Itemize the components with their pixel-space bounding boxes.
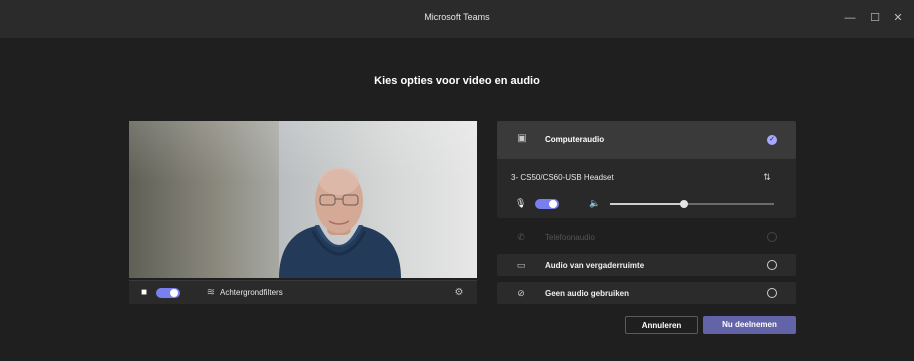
volume-slider[interactable] <box>610 200 774 208</box>
no-audio-option[interactable]: ⊘ Geen audio gebruiken <box>497 282 796 304</box>
camera-icon: ■ <box>140 287 148 298</box>
page-title: Kies opties voor video en audio <box>374 75 540 87</box>
volume-slider-fill <box>610 203 684 205</box>
microphone-toggle[interactable] <box>535 199 559 209</box>
no-audio-icon: ⊘ <box>517 288 525 298</box>
computer-audio-label: Computeraudio <box>545 135 605 144</box>
cancel-button[interactable]: Annuleren <box>625 316 698 334</box>
room-audio-radio[interactable] <box>767 260 777 270</box>
join-now-button[interactable]: Nu deelnemen <box>703 316 796 334</box>
video-controls-bar: ■ ≋ Achtergrondfilters ⚙ <box>129 280 477 304</box>
gear-icon[interactable]: ⚙ <box>453 287 465 299</box>
title-bar: Microsoft Teams — ☐ ✕ <box>0 0 914 38</box>
background-filter-icon[interactable]: ≋ <box>205 287 217 299</box>
computer-audio-icon: ▣ <box>517 133 527 144</box>
minimize-icon[interactable]: — <box>841 9 859 27</box>
device-settings-icon[interactable]: ⇅ <box>761 171 773 183</box>
maximize-icon[interactable]: ☐ <box>866 9 884 27</box>
window-title: Microsoft Teams <box>424 12 490 22</box>
mic-speaker-row: 🎙 🔈 <box>497 196 796 212</box>
video-preview <box>129 121 477 278</box>
audio-device-name: 3- CS50/CS60-USB Headset <box>511 173 614 182</box>
computer-audio-panel: ▣ Computeraudio ✓ 3- CS50/CS60-USB Heads… <box>497 121 796 218</box>
phone-audio-label: Telefoonaudio <box>545 233 595 242</box>
speaker-icon: 🔈 <box>589 198 601 208</box>
no-audio-radio[interactable] <box>767 288 777 298</box>
phone-audio-option: ✆ Telefoonaudio <box>497 226 796 248</box>
camera-toggle[interactable] <box>156 288 180 298</box>
room-audio-label: Audio van vergaderruimte <box>545 261 645 270</box>
room-audio-option[interactable]: ▭ Audio van vergaderruimte <box>497 254 796 276</box>
computer-audio-option[interactable]: ▣ Computeraudio ✓ <box>497 121 796 159</box>
close-icon[interactable]: ✕ <box>889 9 907 27</box>
microphone-icon: 🎙 <box>515 198 527 208</box>
audio-device-row[interactable]: 3- CS50/CS60-USB Headset ⇅ <box>497 171 796 191</box>
no-audio-label: Geen audio gebruiken <box>545 289 630 298</box>
phone-audio-radio <box>767 232 777 242</box>
selected-check-icon[interactable]: ✓ <box>767 135 777 145</box>
room-audio-icon: ▭ <box>516 260 526 270</box>
person-in-video <box>279 167 401 278</box>
volume-slider-thumb[interactable] <box>680 200 688 208</box>
phone-icon: ✆ <box>517 232 525 242</box>
background-filters-button[interactable]: Achtergrondfilters <box>220 288 283 297</box>
